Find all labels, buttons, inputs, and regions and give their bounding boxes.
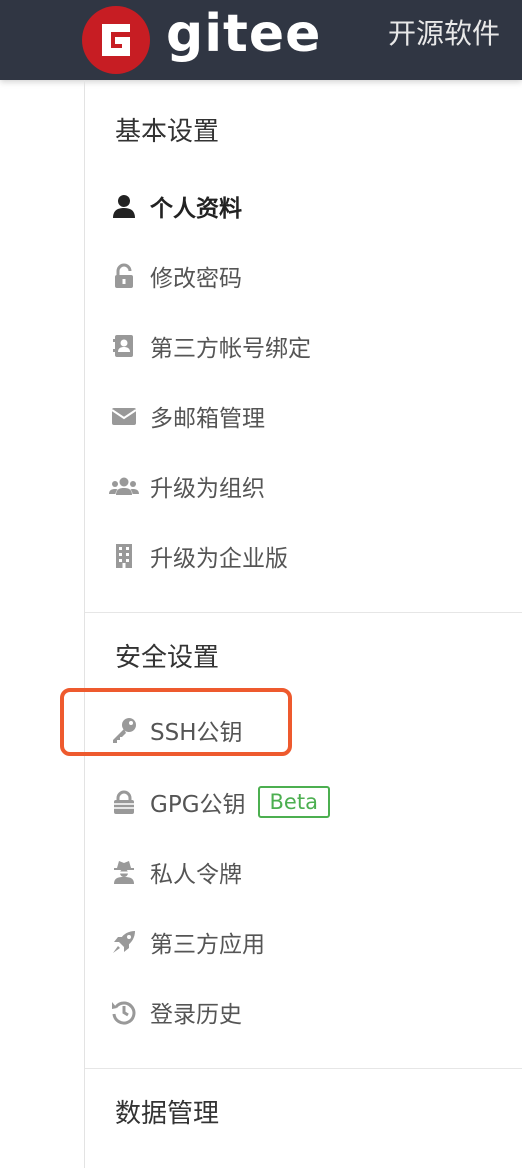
users-icon: [109, 471, 139, 501]
section-title-security: 安全设置: [115, 643, 220, 673]
sidebar-item-label: 多邮箱管理: [150, 406, 265, 432]
gitee-logo-icon[interactable]: [82, 6, 150, 74]
sidebar-item-third-party-binding[interactable]: 第三方帐号绑定: [109, 324, 489, 368]
address-book-icon: [109, 331, 139, 361]
sidebar-item-email-management[interactable]: 多邮箱管理: [109, 394, 489, 438]
section-title-basic: 基本设置: [115, 117, 220, 147]
sidebar-item-upgrade-enterprise[interactable]: 升级为企业版: [109, 534, 489, 578]
sidebar-item-third-party-apps[interactable]: 第三方应用: [109, 920, 489, 964]
sidebar-item-profile[interactable]: 个人资料: [109, 184, 489, 228]
sidebar-item-private-token[interactable]: 私人令牌: [109, 850, 489, 894]
nav-open-source-link[interactable]: 开源软件: [388, 14, 500, 54]
sidebar-item-label: GPG公钥: [150, 792, 246, 818]
top-navbar: gitee 开源软件: [0, 0, 522, 80]
sidebar-item-label: 升级为组织: [150, 476, 265, 502]
logo-text[interactable]: gitee: [166, 2, 321, 66]
gpg-lock-icon: [109, 787, 139, 817]
sidebar-item-label: 个人资料: [150, 196, 242, 222]
sidebar-item-change-password[interactable]: 修改密码: [109, 254, 489, 298]
sidebar-item-label: 第三方应用: [150, 932, 265, 958]
sidebar-item-label: 第三方帐号绑定: [150, 336, 311, 362]
user-icon: [109, 191, 139, 221]
sidebar-item-label: 登录历史: [150, 1002, 242, 1028]
building-icon: [109, 541, 139, 571]
ssh-keys-highlight-box: [60, 688, 292, 756]
sidebar-item-label: 私人令牌: [150, 862, 242, 888]
section-title-data: 数据管理: [115, 1099, 220, 1129]
rocket-icon: [109, 927, 139, 957]
sidebar-item-login-history[interactable]: 登录历史: [109, 990, 489, 1034]
section-divider: [85, 612, 522, 613]
envelope-icon: [109, 401, 139, 431]
sidebar-item-label: 修改密码: [150, 266, 242, 292]
sidebar-item-label: 升级为企业版: [150, 546, 288, 572]
user-secret-icon: [109, 857, 139, 887]
sidebar-item-upgrade-organization[interactable]: 升级为组织: [109, 464, 489, 508]
sidebar-item-gpg-keys[interactable]: GPG公钥 Beta: [109, 780, 489, 824]
section-divider: [85, 1068, 522, 1069]
unlock-icon: [109, 261, 139, 291]
history-icon: [109, 997, 139, 1027]
beta-badge: Beta: [257, 786, 330, 818]
settings-sidebar: 基本设置 个人资料 修改密码 第三方帐号绑定 多邮箱管理 升级为组织 升级为企业…: [84, 80, 522, 1168]
